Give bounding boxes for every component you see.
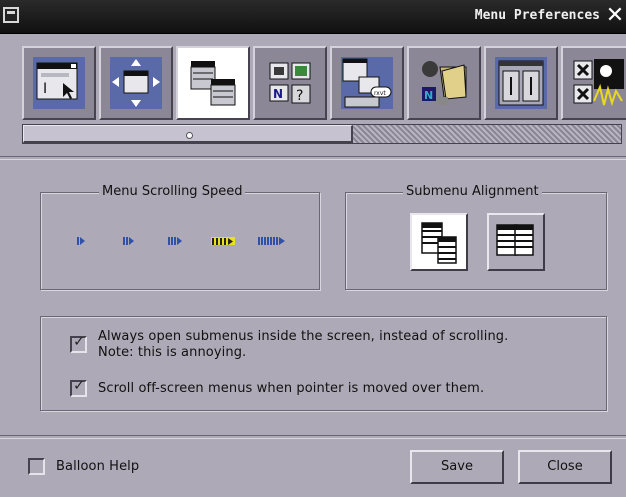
svg-text:?: ? (296, 88, 303, 104)
scrollbar-grip-icon (186, 132, 193, 139)
submenu-alignment-group: Submenu Alignment (345, 184, 607, 290)
special-effects-icon (572, 57, 624, 109)
icon-preferences-button[interactable]: N ? (253, 46, 327, 120)
speed-slow-icon[interactable] (123, 237, 134, 245)
workspace-icon: rxvt (341, 57, 393, 109)
menu-preferences-icon (187, 57, 239, 109)
close-window-button[interactable]: ✕ (604, 5, 626, 27)
submenu-alignment-title: Submenu Alignment (403, 184, 542, 200)
scrollbar-thumb[interactable] (23, 125, 353, 143)
window-title: Menu Preferences (474, 8, 600, 23)
checkmark-icon: ✓ (73, 378, 85, 394)
separator (0, 156, 626, 160)
separator (0, 435, 626, 439)
submenu-align-bottom-icon (496, 224, 534, 256)
submenu-align-bottom-button[interactable] (487, 213, 545, 271)
scrolling-speed-title: Menu Scrolling Speed (99, 184, 246, 200)
save-button[interactable]: Save (410, 450, 504, 484)
balloon-help-checkbox[interactable] (28, 458, 45, 475)
scroll-offscreen-label: Scroll off-screen menus when pointer is … (98, 381, 485, 396)
icon-preferences-icon: N ? (264, 57, 316, 109)
window-placement-button[interactable] (99, 46, 173, 120)
open-inside-screen-label: Always open submenus inside the screen, … (98, 329, 509, 344)
speed-slowest-icon[interactable] (77, 237, 85, 245)
toolbar-scrollbar[interactable] (22, 124, 622, 144)
menu-preferences-button[interactable] (176, 46, 250, 120)
svg-text:N: N (273, 87, 283, 101)
open-inside-screen-note: Note: this is annoying. (98, 345, 247, 360)
workspace-button[interactable]: rxvt (330, 46, 404, 120)
miscellaneous-button[interactable] (484, 46, 558, 120)
file-manager-button[interactable]: N (407, 46, 481, 120)
window-menu-icon[interactable] (3, 7, 19, 23)
checkmark-icon: ✓ (73, 334, 85, 350)
window-placement-icon (110, 57, 162, 109)
speed-fast-icon[interactable] (211, 237, 235, 245)
speed-fastest-icon[interactable] (258, 237, 286, 245)
close-button[interactable]: Close (518, 450, 612, 484)
open-inside-screen-checkbox[interactable]: ✓ (70, 334, 87, 353)
scroll-offscreen-checkbox[interactable]: ✓ (70, 378, 87, 397)
special-effects-button[interactable] (561, 46, 626, 120)
file-manager-icon: N (418, 57, 470, 109)
submenu-align-top-icon (421, 222, 457, 264)
miscellaneous-icon (495, 57, 547, 109)
window-focus-button[interactable]: I (22, 46, 96, 120)
balloon-help-label: Balloon Help (56, 459, 140, 474)
svg-text:N: N (424, 89, 433, 102)
title-bar[interactable]: Menu Preferences ✕ (0, 0, 626, 34)
window-focus-icon: I (33, 57, 85, 109)
speed-medium-icon[interactable] (168, 237, 182, 245)
svg-text:rxvt: rxvt (374, 90, 386, 97)
svg-text:I: I (43, 81, 47, 97)
submenu-align-top-button[interactable] (410, 213, 468, 271)
